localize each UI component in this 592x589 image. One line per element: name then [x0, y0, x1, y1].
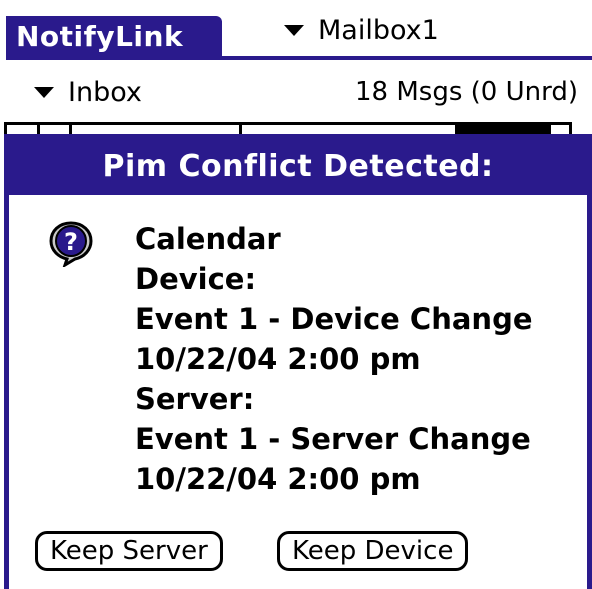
- conflict-dialog: Pim Conflict Detected: ? Calendar Device…: [4, 134, 592, 589]
- title-bar: NotifyLink Mailbox1: [0, 0, 592, 60]
- dialog-title: Pim Conflict Detected:: [9, 139, 587, 195]
- message-line-device-time: 10/22/04 2:00 pm: [135, 342, 421, 376]
- message-line-device-event: Event 1 - Device Change: [135, 302, 533, 336]
- conflict-message: Calendar Device: Event 1 - Device Change…: [135, 219, 533, 499]
- message-line-category: Calendar: [135, 222, 281, 256]
- keep-device-button[interactable]: Keep Device: [277, 531, 469, 571]
- message-line-device-heading: Device:: [135, 262, 257, 296]
- app-title[interactable]: NotifyLink: [6, 16, 222, 58]
- question-icon: ?: [49, 221, 93, 267]
- chevron-down-icon: [284, 24, 304, 36]
- message-count: 18 Msgs (0 Unrd): [355, 77, 578, 107]
- svg-text:?: ?: [64, 228, 78, 256]
- folder-picker[interactable]: Inbox: [34, 74, 142, 110]
- message-line-server-event: Event 1 - Server Change: [135, 422, 531, 456]
- mailbox-label: Mailbox1: [318, 14, 439, 46]
- message-line-server-heading: Server:: [135, 382, 255, 416]
- chevron-down-icon: [34, 86, 54, 98]
- mailbox-picker[interactable]: Mailbox1: [284, 10, 439, 50]
- message-line-server-time: 10/22/04 2:00 pm: [135, 462, 421, 496]
- keep-server-button[interactable]: Keep Server: [35, 531, 223, 571]
- title-underline: [6, 56, 592, 60]
- folder-label: Inbox: [68, 76, 142, 108]
